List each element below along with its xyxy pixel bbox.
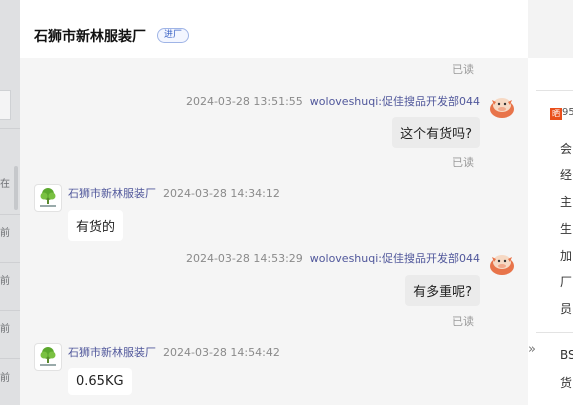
read-receipt: 已读 xyxy=(452,156,474,169)
message-sender: woloveshuqi:促佳搜品开发部044 xyxy=(309,252,480,265)
shop-name[interactable]: 石狮市新林服装厂 xyxy=(34,26,146,46)
message-time: 2024-03-28 14:54:42 xyxy=(163,346,280,359)
list-item-time[interactable]: 前 xyxy=(0,224,10,239)
panel-header xyxy=(528,0,573,58)
message-time: 2024-03-28 14:53:29 xyxy=(185,252,303,265)
message-sender: 石狮市新林服装厂 xyxy=(68,346,156,359)
divider xyxy=(0,214,20,215)
list-item-time[interactable]: 前 xyxy=(0,272,10,287)
message-meta: 2024-03-28 13:51:55 woloveshuqi:促佳搜品开发部0… xyxy=(186,93,480,109)
divider xyxy=(536,332,573,333)
info-label: 主 xyxy=(560,195,573,209)
tree-logo-icon xyxy=(40,347,56,366)
scrollbar[interactable] xyxy=(14,166,18,210)
read-receipt: 已读 xyxy=(452,315,474,328)
divider xyxy=(0,358,20,359)
message-sender: 石狮市新林服装厂 xyxy=(68,187,156,200)
message-meta: 石狮市新林服装厂 2024-03-28 14:34:12 xyxy=(68,185,280,201)
shop-tag-text: 95 xyxy=(562,107,573,118)
chat-header: 石狮市新林服装厂 进厂 xyxy=(20,0,528,58)
message-bubble-outgoing[interactable]: 有多重呢? xyxy=(405,275,480,306)
message-bubble-incoming[interactable]: 0.65KG xyxy=(68,368,132,395)
message-meta: 石狮市新林服装厂 2024-03-28 14:54:42 xyxy=(68,344,280,360)
conversation-list-edge: 在 前 前 前 前 xyxy=(0,0,20,405)
divider xyxy=(536,90,573,91)
cow-avatar-icon xyxy=(490,255,514,275)
list-item-time[interactable]: 前 xyxy=(0,320,10,335)
info-label: 经 xyxy=(560,168,573,182)
shop-badge[interactable]: 进厂 xyxy=(157,28,190,43)
info-label: 员 xyxy=(560,302,573,316)
collapse-chevron-icon[interactable]: » xyxy=(528,342,536,357)
search-box-edge[interactable] xyxy=(0,90,11,120)
message-sender: woloveshuqi:促佳搜品开发部044 xyxy=(309,95,480,108)
shop-tag: 晒 xyxy=(550,108,562,120)
shop-info-panel: 晒 95 会 经 主 生 加 厂 员 » BS 货 xyxy=(528,0,573,405)
shop-avatar[interactable] xyxy=(34,343,62,371)
info-label: 货 xyxy=(560,376,573,390)
divider xyxy=(0,310,20,311)
user-avatar[interactable] xyxy=(488,92,516,120)
message-bubble-incoming[interactable]: 有货的 xyxy=(68,210,124,241)
cow-avatar-icon xyxy=(490,98,514,118)
message-bubble-outgoing[interactable]: 这个有货吗? xyxy=(392,117,480,148)
read-receipt: 已读 xyxy=(452,63,474,76)
message-time: 2024-03-28 13:51:55 xyxy=(185,95,303,108)
tree-logo-icon xyxy=(40,188,56,207)
chat-panel: 石狮市新林服装厂 进厂 已读 2024-03-28 13:51:55 wolov… xyxy=(20,0,528,405)
divider xyxy=(0,128,20,129)
message-time: 2024-03-28 14:34:12 xyxy=(163,187,280,200)
info-label: 会 xyxy=(560,142,573,156)
info-label: 生 xyxy=(560,222,573,236)
list-item-time[interactable]: 前 xyxy=(0,369,10,384)
shop-avatar[interactable] xyxy=(34,184,62,212)
message-meta: 2024-03-28 14:53:29 woloveshuqi:促佳搜品开发部0… xyxy=(186,250,480,266)
info-label: 厂 xyxy=(560,275,573,289)
divider xyxy=(0,262,20,263)
info-label: BS xyxy=(560,348,573,362)
list-item-preview[interactable]: 在 xyxy=(0,175,10,190)
user-avatar[interactable] xyxy=(488,249,516,277)
info-label: 加 xyxy=(560,249,573,263)
